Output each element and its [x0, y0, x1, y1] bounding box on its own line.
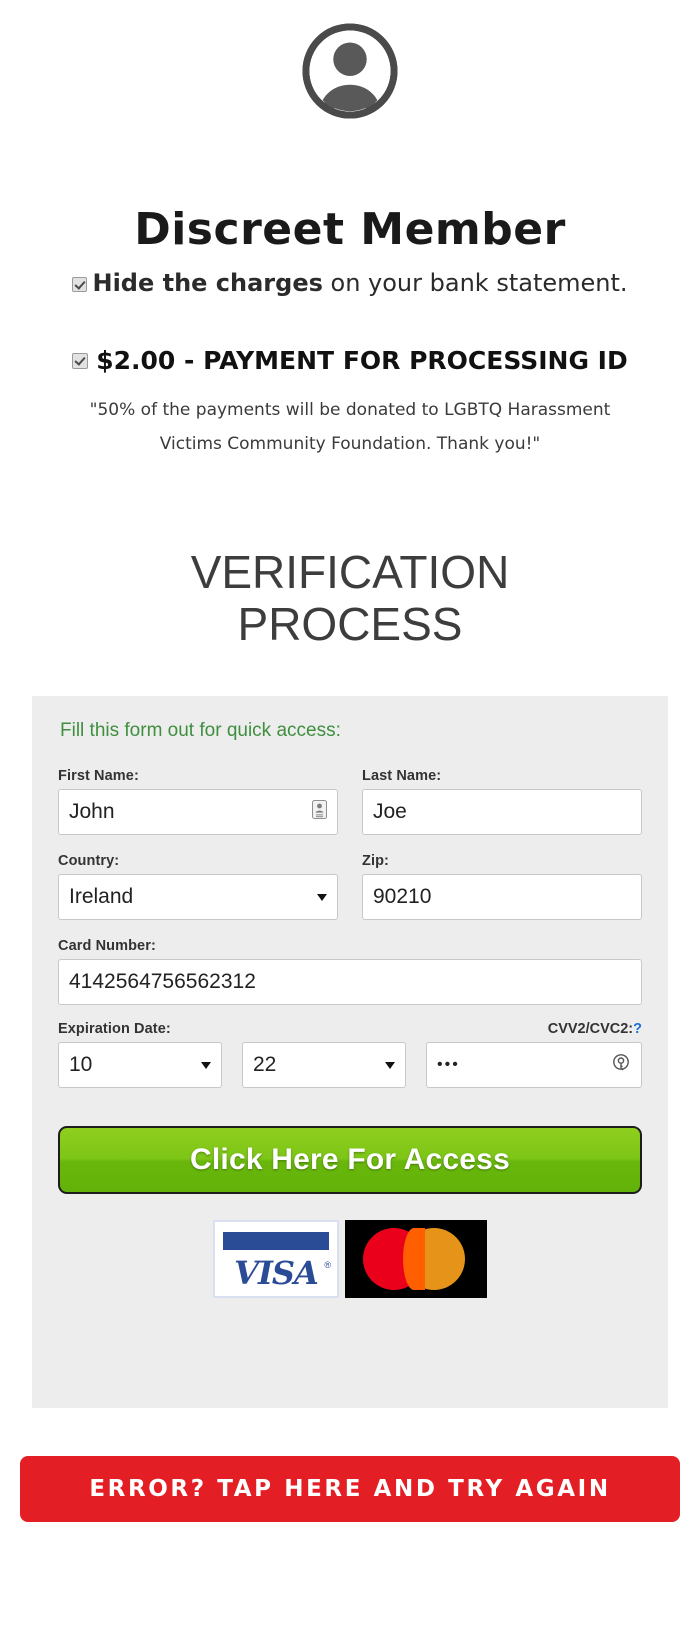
expiration-year-select[interactable]: 22	[242, 1042, 406, 1089]
country-label: Country:	[58, 853, 120, 870]
cvv-label: CVV2/CVC2:	[547, 1021, 634, 1038]
mastercard-logo-icon	[345, 1220, 487, 1299]
zip-label: Zip:	[362, 853, 389, 870]
verification-title-line-1: VERIFICATION	[190, 545, 510, 598]
error-bar-container: ERROR? TAP HERE AND TRY AGAIN	[0, 1456, 700, 1523]
page-root: Discreet Member Hide the charges on your…	[0, 0, 700, 1635]
last-name-value: Joe	[373, 800, 407, 824]
hide-charges-checkbox[interactable]	[72, 277, 88, 293]
chevron-down-icon[interactable]	[201, 1061, 211, 1069]
mastercard-overlap	[403, 1228, 425, 1291]
verification-form-panel: Fill this form out for quick access: Fir…	[32, 696, 668, 1409]
zip-value: 90210	[373, 885, 432, 909]
cvv-help-icon[interactable]: ?	[633, 1021, 642, 1037]
expiration-month-select[interactable]: 10	[58, 1042, 222, 1089]
visa-logo-registered: ®	[324, 1260, 331, 1271]
country-group: Country: Ireland	[58, 853, 338, 936]
cvv-label-row: CVV2/CVC2:?	[360, 1021, 642, 1037]
expiration-label-row: Expiration Date: CVV2/CVC2:?	[58, 1021, 642, 1042]
visa-logo-icon: VISA ®	[213, 1220, 339, 1299]
card-number-input[interactable]: 4142564756562312	[58, 959, 642, 1006]
country-select[interactable]: Ireland	[58, 874, 338, 921]
contact-card-icon[interactable]	[312, 800, 327, 824]
form-intro-text: Fill this form out for quick access:	[60, 720, 341, 742]
zip-input[interactable]: 90210	[362, 874, 642, 921]
country-value: Ireland	[69, 885, 134, 909]
card-number-label: Card Number:	[58, 938, 156, 955]
donation-note-line-1: "50% of the payments will be donated to …	[89, 399, 611, 420]
last-name-input[interactable]: Joe	[362, 789, 642, 836]
expiration-label: Expiration Date:	[58, 1021, 171, 1038]
first-name-group: First Name: John	[58, 768, 338, 851]
cvv-input[interactable]: •••	[426, 1042, 642, 1089]
country-zip-row: Country: Ireland Zip: 90210	[58, 853, 642, 936]
submit-access-button[interactable]: Click Here For Access	[58, 1126, 642, 1195]
payment-amount-label: $2.00 - PAYMENT FOR PROCESSING ID	[96, 345, 628, 375]
card-number-group: Card Number: 4142564756562312	[58, 938, 642, 1006]
zip-group: Zip: 90210	[362, 853, 642, 936]
hide-charges-rest-text: on your bank statement.	[322, 269, 628, 298]
hide-charges-bold-text: Hide the charges	[92, 269, 323, 298]
accepted-cards: VISA ®	[58, 1220, 642, 1299]
first-name-input[interactable]: John	[58, 789, 338, 836]
visa-logo-bar	[223, 1232, 329, 1251]
verification-title-line-2: PROCESS	[237, 597, 463, 650]
page-title: Discreet Member	[134, 204, 566, 255]
cvv-label-wrap: CVV2/CVC2:?	[360, 1021, 642, 1042]
expiration-fields-row: 10 22 •••	[58, 1042, 642, 1104]
cvv-value: •••	[437, 1056, 460, 1074]
first-name-label: First Name:	[58, 768, 139, 785]
expiration-year-value: 22	[253, 1053, 277, 1077]
verification-title: VERIFICATION PROCESS	[0, 545, 700, 650]
expiration-cvv-block: Expiration Date: CVV2/CVC2:? 10 22 •••	[58, 1021, 642, 1104]
visa-logo-text: VISA	[234, 1254, 319, 1293]
hide-charges-line: Hide the charges on your bank statement.	[0, 269, 700, 298]
expiration-label-wrap: Expiration Date:	[58, 1021, 340, 1042]
donation-note-line-2: Victims Community Foundation. Thank you!…	[159, 433, 541, 454]
expiration-month-value: 10	[69, 1053, 93, 1077]
chevron-down-icon[interactable]	[317, 893, 327, 901]
first-name-value: John	[69, 800, 115, 824]
card-number-value: 4142564756562312	[69, 970, 256, 994]
error-retry-button[interactable]: ERROR? TAP HERE AND TRY AGAIN	[20, 1456, 680, 1523]
last-name-label: Last Name:	[362, 768, 442, 785]
donation-note: "50% of the payments will be donated to …	[0, 393, 700, 461]
payment-line: $2.00 - PAYMENT FOR PROCESSING ID	[0, 346, 700, 375]
chevron-down-icon[interactable]	[385, 1061, 395, 1069]
name-row: First Name: John Last Name: Joe	[58, 768, 642, 851]
user-avatar-icon	[301, 22, 399, 125]
last-name-group: Last Name: Joe	[362, 768, 642, 851]
payment-checkbox[interactable]	[72, 352, 89, 369]
avatar-container	[0, 0, 700, 125]
password-key-icon[interactable]	[611, 1053, 631, 1078]
